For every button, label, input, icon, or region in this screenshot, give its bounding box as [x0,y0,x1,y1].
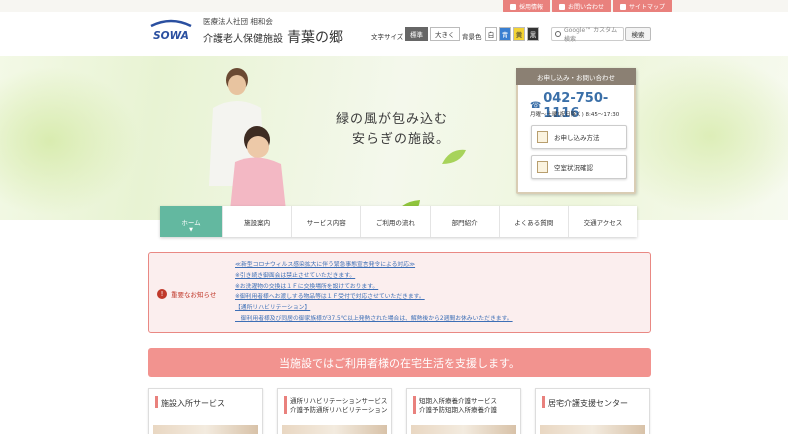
alert-icon: ! [157,289,167,299]
nav-item-home[interactable]: ホーム ▼ [160,206,223,237]
bg-color-blue-button[interactable]: 青 [499,27,511,41]
hero-bokeh [610,56,788,216]
card-photo [282,425,387,434]
card-title: 居宅介護支援センター [548,399,628,408]
notice-link[interactable]: ※お洗濯物の交換は１Ｆに交換場所を設けております。 [235,282,513,293]
corporation-name: 医療法人社団 相和会 [203,17,273,26]
notice-heading: ! 重要なお知らせ [157,289,216,299]
facility-title[interactable]: 介護老人保健施設 青葉の郷 [203,27,343,47]
contact-hours: 月曜～土曜(祝日除く) 8:45～17:30 [530,112,620,118]
service-card-shortstay[interactable]: 短期入所療養介護サービス 介護予防短期入所療養介護 [406,388,521,434]
nav-item-access[interactable]: 交通アクセス [569,206,637,237]
nav-item-services[interactable]: サービス内容 [292,206,362,237]
calendar-icon [537,161,548,173]
nav-item-flow[interactable]: ご利用の流れ [361,206,431,237]
card-photo [411,425,516,434]
font-size-label: 文字サイズ [371,33,404,41]
card-accent-bar [542,396,545,408]
card-accent-bar [284,396,287,414]
application-method-button[interactable]: お申し込み方法 [531,125,627,149]
card-accent-bar [413,396,416,414]
notice-link[interactable]: ※御利用者様へお渡しする物品等は１Ｆ受付で対応させていただきます。 [235,292,513,303]
notice-link[interactable]: ※引き続き御面会は禁止させていただきます。 [235,271,513,282]
font-size-normal-button[interactable]: 標準 [405,27,428,41]
search-input[interactable]: Google™ カスタム検索 [551,27,624,43]
card-photo [540,425,645,434]
briefcase-icon [510,3,516,10]
bg-color-white-button[interactable]: 白 [485,27,497,41]
tagline-line-1: 緑の風が包み込む [336,112,449,127]
card-title: 短期入所療養介護サービス 介護予防短期入所療養介護 [419,397,497,414]
bg-color-yellow-button[interactable]: 黄 [513,27,525,41]
contact-title: お申し込み・お問い合わせ [516,68,636,85]
nav-item-facility[interactable]: 施設案内 [223,206,293,237]
service-card-daycare-rehab[interactable]: 通所リハビリテーションサービス 介護予防通所リハビリテーション [277,388,392,434]
service-card-care-support[interactable]: 居宅介護支援センター [535,388,650,434]
bg-color-label: 背景色 [462,33,482,41]
support-banner: 当施設ではご利用者様の在宅生活を支援します。 [148,348,651,377]
notice-link[interactable]: ≪新型コロナウィルス感染拡大に伴う緊急事態宣言発令による対応≫ [235,260,513,271]
hero-bokeh [0,66,140,216]
main-nav: ホーム ▼ 施設案内 サービス内容 ご利用の流れ 部門紹介 よくある質問 交通アク… [160,206,637,237]
sitemap-icon [620,3,627,10]
sowa-logo[interactable]: SOWA [147,18,195,42]
search-button[interactable]: 検索 [625,27,651,41]
card-accent-bar [155,396,158,408]
notice-link[interactable]: 【通所リハビリテーション】 [235,303,513,314]
notice-list: ≪新型コロナウィルス感染拡大に伴う緊急事態宣言発令による対応≫ ※引き続き御面会… [235,260,513,325]
facility-name: 青葉の郷 [287,30,343,46]
facility-type: 介護老人保健施設 [203,34,283,45]
font-size-large-button[interactable]: 大きく [430,27,460,41]
hero-tagline: 緑の風が包み込む 安らぎの施設。 [336,110,450,150]
card-title: 通所リハビリテーションサービス 介護予防通所リハビリテーション [290,397,388,414]
important-notice: ! 重要なお知らせ ≪新型コロナウィルス感染拡大に伴う緊急事態宣言発令による対応≫… [148,252,651,333]
bg-color-black-button[interactable]: 黒 [527,27,539,41]
card-photo [153,425,258,434]
contact-box: お申し込み・お問い合わせ ☎ 042-750-1116 月曜～土曜(祝日除く) 8… [516,68,636,194]
tagline-line-2: 安らぎの施設。 [352,132,451,147]
search-icon [555,31,561,37]
card-title: 施設入所サービス [161,399,225,408]
document-icon [537,131,548,143]
nav-item-faq[interactable]: よくある質問 [500,206,569,237]
svg-text:SOWA: SOWA [153,30,189,42]
hero-photo-people [209,68,287,220]
service-card-residential[interactable]: 施設入所サービス [148,388,263,434]
chevron-down-icon: ▼ [189,227,193,233]
vacancy-check-button[interactable]: 空室状況確認 [531,155,627,179]
mail-icon [559,3,566,10]
notice-link[interactable]: 御利用者様及び同居の御家族様が37.5℃以上発熱された場合は、解熱後から2週間お… [235,314,513,325]
nav-item-departments[interactable]: 部門紹介 [431,206,500,237]
